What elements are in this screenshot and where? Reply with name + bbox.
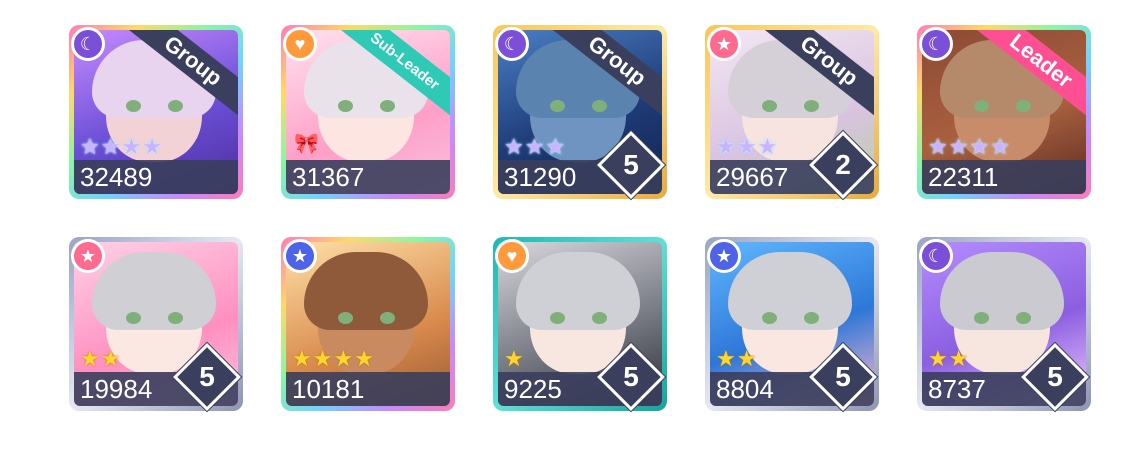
crescent-moon-icon: ☾ xyxy=(71,27,105,61)
star-icon: ★ xyxy=(283,239,317,273)
rarity-stars: ★ ★ ★ ★ xyxy=(292,348,374,370)
rarity-star-icon: ★ xyxy=(736,134,757,159)
rarity-star-icon: ★ xyxy=(736,346,757,371)
skill-level-value: 5 xyxy=(623,149,639,180)
heart-icon: ♥ xyxy=(495,239,529,273)
character-eye xyxy=(762,312,777,324)
rarity-star-icon: ★ xyxy=(312,346,333,371)
member-card[interactable]: Group ★ ★ ★ 31290 ☾ 5 xyxy=(493,25,667,199)
rarity-star-icon: ★ xyxy=(121,134,142,159)
character-hair xyxy=(304,252,428,330)
member-card[interactable]: Group ★ ★ ★ ★ 32489 ☾ xyxy=(69,25,243,199)
skill-level-value: 5 xyxy=(623,361,639,392)
rarity-star-icon: ★ xyxy=(142,134,162,159)
character-eye xyxy=(126,312,141,324)
rarity-star-icon: ★ xyxy=(80,346,100,371)
rarity-star-icon: ★ xyxy=(716,346,736,371)
crescent-moon-icon: ☾ xyxy=(919,239,953,273)
character-hair xyxy=(940,252,1064,330)
member-card[interactable]: Group ★ ★ ★ 29667 ★ 2 xyxy=(705,25,879,199)
rarity-stars: ★ ★ xyxy=(80,348,120,370)
member-card[interactable]: ★ 9225 ♥ 5 xyxy=(493,237,667,411)
character-eye xyxy=(550,100,565,112)
rarity-star-icon: ★ xyxy=(504,134,524,159)
card-power: 22311 xyxy=(922,160,1086,194)
member-card[interactable]: Leader ★ ★ ★ ★ 22311 ☾ xyxy=(917,25,1091,199)
character-hair xyxy=(92,252,216,330)
character-eye xyxy=(550,312,565,324)
rarity-star-icon: ★ xyxy=(524,134,545,159)
character-eye xyxy=(126,100,141,112)
character-eye xyxy=(338,100,353,112)
member-card[interactable]: ★ ★ 19984 ★ 5 xyxy=(69,237,243,411)
character-eye xyxy=(168,312,183,324)
character-eye xyxy=(974,312,989,324)
skill-level-value: 5 xyxy=(199,361,215,392)
character-eye xyxy=(974,100,989,112)
rarity-star-icon: ★ xyxy=(354,346,374,371)
character-eye xyxy=(380,100,395,112)
skill-level-value: 2 xyxy=(835,149,851,180)
crescent-moon-icon: ☾ xyxy=(919,27,953,61)
rarity-star-icon: ★ xyxy=(504,346,524,371)
card-power: 10181 xyxy=(286,372,450,406)
rarity-star-icon: ★ xyxy=(948,134,969,159)
rarity-star-icon: ★ xyxy=(928,134,948,159)
rarity-star-icon: ★ xyxy=(928,346,948,371)
rarity-star-icon: ★ xyxy=(292,346,312,371)
character-eye xyxy=(762,100,777,112)
rarity-star-icon: ★ xyxy=(716,134,736,159)
skill-level-value: 5 xyxy=(835,361,851,392)
character-eye xyxy=(380,312,395,324)
rarity-stars: ★ xyxy=(504,348,524,370)
crescent-moon-icon: ☾ xyxy=(495,27,529,61)
member-card[interactable]: ★ ★ 8804 ★ 5 xyxy=(705,237,879,411)
character-eye xyxy=(804,312,819,324)
star-icon: ★ xyxy=(71,239,105,273)
rarity-stars: ★ ★ ★ ★ xyxy=(928,136,1010,158)
star-icon: ★ xyxy=(707,27,741,61)
member-card-grid: Group ★ ★ ★ ★ 32489 ☾ Sub-Leader 🎀 31367 ♥ Group ★ ★ ★… xyxy=(0,0,1128,471)
rarity-star-icon: ★ xyxy=(948,346,969,371)
character-eye xyxy=(804,100,819,112)
rarity-stars: ★ ★ ★ xyxy=(716,136,777,158)
character-eye xyxy=(168,100,183,112)
character-eye xyxy=(1016,100,1031,112)
rarity-star-icon: ★ xyxy=(990,134,1010,159)
rarity-star-icon: ★ xyxy=(100,134,121,159)
rarity-stars: ★ ★ ★ xyxy=(504,136,565,158)
character-eye xyxy=(592,312,607,324)
rarity-stars: ★ ★ ★ ★ xyxy=(80,136,162,158)
rarity-stars: ★ ★ xyxy=(716,348,756,370)
card-power: 32489 xyxy=(74,160,238,194)
character-hair xyxy=(516,252,640,330)
rarity-star-icon: ★ xyxy=(100,346,121,371)
rarity-stars: ★ ★ xyxy=(928,348,968,370)
rarity-star-icon: ★ xyxy=(757,134,778,159)
character-eye xyxy=(592,100,607,112)
character-hair xyxy=(728,252,852,330)
card-power: 31367 xyxy=(286,160,450,194)
rarity-star-icon: ★ xyxy=(80,134,100,159)
rarity-star-icon: ★ xyxy=(333,346,354,371)
character-eye xyxy=(1016,312,1031,324)
member-card[interactable]: Sub-Leader 🎀 31367 ♥ xyxy=(281,25,455,199)
heart-icon: ♥ xyxy=(283,27,317,61)
member-card[interactable]: ★ ★ 8737 ☾ 5 xyxy=(917,237,1091,411)
bow-icon: 🎀 xyxy=(294,133,319,155)
member-card[interactable]: ★ ★ ★ ★ 10181 ★ xyxy=(281,237,455,411)
skill-level-value: 5 xyxy=(1047,361,1063,392)
rarity-star-icon: ★ xyxy=(545,134,566,159)
star-icon: ★ xyxy=(707,239,741,273)
character-eye xyxy=(338,312,353,324)
rarity-star-icon: ★ xyxy=(969,134,990,159)
